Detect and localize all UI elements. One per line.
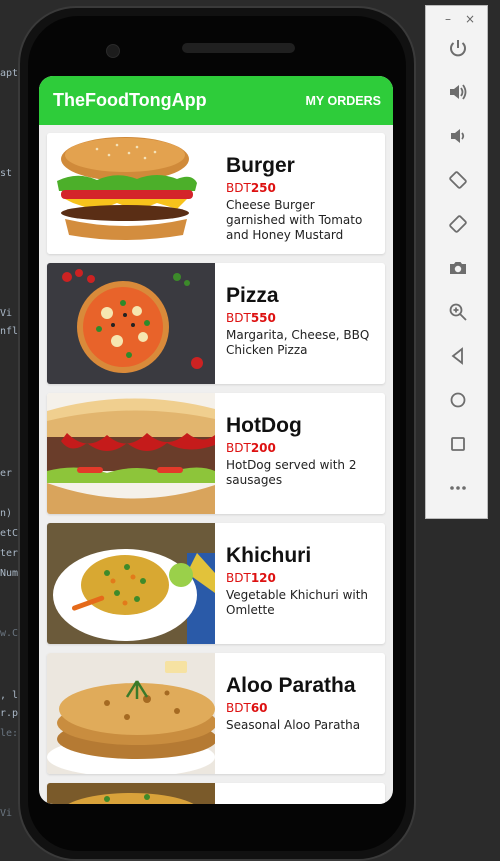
camera-icon <box>449 262 466 274</box>
food-card-hotdog[interactable]: HotDog BDT200 HotDog served with 2 sausa… <box>47 393 385 514</box>
food-price: BDT250 <box>226 181 377 195</box>
paratha-image <box>47 653 215 774</box>
ide-text: w.C <box>0 628 19 639</box>
food-image-partial <box>47 783 215 804</box>
price-currency: BDT <box>226 311 251 325</box>
food-description: Seasonal Aloo Paratha <box>226 718 361 732</box>
price-amount: 550 <box>250 311 276 325</box>
food-price: BDT60 <box>226 701 377 715</box>
ide-text: er <box>0 468 13 479</box>
food-price: BDT550 <box>226 311 377 325</box>
ide-text: st <box>0 168 13 179</box>
rotate-right-button[interactable] <box>426 202 489 246</box>
back-icon <box>451 347 463 365</box>
ide-text: r.p <box>0 708 19 719</box>
food-name: Aloo Paratha <box>226 674 356 697</box>
food-price: BDT200 <box>226 441 377 455</box>
food-image-pizza <box>47 263 215 384</box>
close-button[interactable]: × <box>465 12 475 26</box>
ide-text: le: <box>0 728 19 739</box>
price-currency: BDT <box>226 441 251 455</box>
food-description: Vegetable Khichuri with Omlette <box>226 588 369 617</box>
food-name: Burger <box>226 154 295 177</box>
price-currency: BDT <box>226 181 251 195</box>
food-info: HotDog BDT200 HotDog served with 2 sausa… <box>215 393 385 514</box>
price-amount: 120 <box>250 571 276 585</box>
volume-down-button[interactable] <box>426 114 489 158</box>
ide-text: Vi <box>0 808 13 819</box>
food-card-partial[interactable] <box>47 783 385 804</box>
food-info: Pizza BDT550 Margarita, Cheese, BBQ Chic… <box>215 263 385 384</box>
earpiece-speaker <box>182 43 295 53</box>
ide-text: apt <box>0 68 19 79</box>
home-icon <box>450 392 465 408</box>
food-description: HotDog served with 2 sausages <box>226 458 357 487</box>
rotate-left-button[interactable] <box>426 158 489 202</box>
zoom-button[interactable] <box>426 290 489 334</box>
ide-text: Vi <box>0 308 13 319</box>
food-info: Aloo Paratha BDT60 Seasonal Aloo Paratha <box>215 653 385 774</box>
power-icon <box>449 40 466 57</box>
emulator-toolbar: – × <box>425 5 488 519</box>
overview-button[interactable] <box>426 422 489 466</box>
app-screen: TheFoodTongApp MY ORDERS Burger BDT250 C… <box>39 76 393 804</box>
food-name: HotDog <box>226 414 302 437</box>
screenshot-button[interactable] <box>426 246 489 290</box>
rotate-right-icon <box>448 215 467 233</box>
volume-up-icon <box>449 84 466 100</box>
price-currency: BDT <box>226 571 251 585</box>
food-image-burger <box>47 133 215 254</box>
food-card-aloo-paratha[interactable]: Aloo Paratha BDT60 Seasonal Aloo Paratha <box>47 653 385 774</box>
more-button[interactable] <box>426 466 489 510</box>
app-bar: TheFoodTongApp MY ORDERS <box>39 76 393 125</box>
price-amount: 200 <box>250 441 276 455</box>
home-button[interactable] <box>426 378 489 422</box>
food-card-khichuri[interactable]: Khichuri BDT120 Vegetable Khichuri with … <box>47 523 385 644</box>
ide-text: n) <box>0 508 13 519</box>
food-name: Pizza <box>226 284 279 307</box>
more-icon <box>449 486 466 490</box>
back-button[interactable] <box>426 334 489 378</box>
food-info <box>215 783 385 804</box>
front-camera <box>106 44 120 58</box>
overview-icon <box>450 437 465 451</box>
power-button[interactable] <box>426 26 489 70</box>
ide-text: Num <box>0 568 19 579</box>
price-amount: 250 <box>250 181 276 195</box>
food-image-khichuri <box>47 523 215 644</box>
price-amount: 60 <box>250 701 268 715</box>
app-title: TheFoodTongApp <box>53 90 207 110</box>
volume-up-button[interactable] <box>426 70 489 114</box>
zoom-icon <box>449 303 467 321</box>
toolbar-window-controls: – × <box>426 6 487 26</box>
ide-text: etC <box>0 528 19 539</box>
food-price: BDT120 <box>226 571 377 585</box>
hotdog-image <box>47 393 215 514</box>
food-name: Khichuri <box>226 544 312 567</box>
ide-text: , l <box>0 690 19 701</box>
food-description: Cheese Burger garnished with Tomato and … <box>226 198 363 242</box>
food-list[interactable]: Burger BDT250 Cheese Burger garnished wi… <box>39 125 393 804</box>
food-card-pizza[interactable]: Pizza BDT550 Margarita, Cheese, BBQ Chic… <box>47 263 385 384</box>
khichuri-image <box>47 523 215 644</box>
pizza-image <box>47 263 215 384</box>
volume-down-icon <box>450 129 464 143</box>
ide-text: ter <box>0 548 19 559</box>
food-info: Burger BDT250 Cheese Burger garnished wi… <box>215 133 385 254</box>
food-info: Khichuri BDT120 Vegetable Khichuri with … <box>215 523 385 644</box>
my-orders-button[interactable]: MY ORDERS <box>306 94 381 108</box>
burger-image <box>47 133 215 254</box>
price-currency: BDT <box>226 701 251 715</box>
food-image-aloo-paratha <box>47 653 215 774</box>
food-card-burger[interactable]: Burger BDT250 Cheese Burger garnished wi… <box>47 133 385 254</box>
ide-text: nfl <box>0 326 19 337</box>
rotate-left-icon <box>448 171 467 189</box>
food-image-hotdog <box>47 393 215 514</box>
food-description: Margarita, Cheese, BBQ Chicken Pizza <box>226 328 370 357</box>
minimize-button[interactable]: – <box>445 12 451 26</box>
partial-food-image <box>47 783 215 804</box>
